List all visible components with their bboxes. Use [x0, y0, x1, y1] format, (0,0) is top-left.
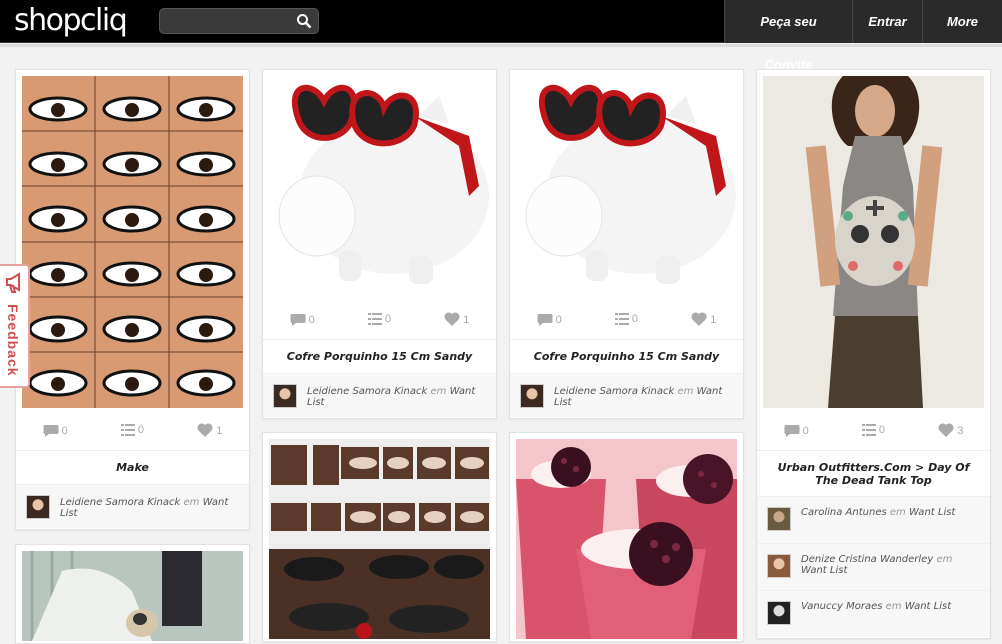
comments-count: 0: [555, 313, 562, 326]
product-card[interactable]: 0 0 3 Urban Outfitters.Com > Day Of The …: [756, 69, 991, 639]
avatar[interactable]: [520, 384, 544, 408]
product-image[interactable]: [516, 439, 737, 639]
comments-stat[interactable]: 0: [43, 424, 68, 437]
avatar[interactable]: [767, 554, 791, 578]
card-stats: 0 0 1: [510, 304, 743, 334]
product-card[interactable]: [15, 544, 250, 644]
product-title[interactable]: Cofre Porquinho 15 Cm Sandy: [510, 339, 743, 373]
user-name[interactable]: Leidiene Samora Kinack: [554, 386, 674, 397]
user-name[interactable]: Leidiene Samora Kinack: [307, 386, 427, 397]
user-name[interactable]: Denize Cristina Wanderley: [801, 554, 933, 565]
avatar[interactable]: [26, 495, 50, 519]
user-name[interactable]: Carolina Antunes: [801, 507, 887, 518]
heart-icon: [691, 312, 707, 326]
comments-stat[interactable]: 0: [784, 424, 809, 437]
product-title[interactable]: Make: [16, 450, 249, 484]
likes-count: 3: [957, 425, 964, 437]
list-icon: [367, 313, 382, 325]
product-image[interactable]: [269, 76, 490, 306]
em-label: em: [889, 507, 906, 518]
comments-count: 0: [802, 424, 809, 437]
header-nav: Peça seu Convite Entrar More: [724, 0, 1002, 72]
lists-stat[interactable]: 0: [367, 313, 392, 325]
likes-count: 1: [216, 425, 223, 437]
pinned-by: Leidiene Samora Kinack em Want List: [16, 484, 249, 528]
product-card[interactable]: 0 0 1 Make Leidiene Samora Kinack em Wan…: [15, 69, 250, 530]
shopcliq-logo[interactable]: shopcliq: [14, 3, 128, 38]
avatar[interactable]: [767, 507, 791, 531]
em-label: em: [936, 554, 953, 565]
comments-stat[interactable]: 0: [290, 313, 315, 326]
lists-count: 0: [137, 424, 145, 436]
lists-stat[interactable]: 0: [861, 424, 886, 436]
em-label: em: [430, 386, 447, 397]
em-label: em: [677, 386, 694, 397]
search-box[interactable]: [159, 8, 319, 34]
feedback-tab[interactable]: Feedback: [0, 264, 30, 388]
list-name[interactable]: Want List: [909, 507, 955, 518]
list-name[interactable]: Want List: [905, 601, 951, 612]
card-stats: 0 0 1: [263, 304, 496, 334]
likes-stat[interactable]: 1: [197, 423, 222, 437]
user-name[interactable]: Leidiene Samora Kinack: [60, 497, 180, 508]
comment-icon: [537, 313, 553, 326]
lists-stat[interactable]: 0: [120, 424, 145, 436]
product-image[interactable]: [22, 76, 243, 408]
list-icon: [120, 424, 135, 436]
product-card[interactable]: 0 0 1 Cofre Porquinho 15 Cm Sandy Leidie…: [262, 69, 497, 419]
em-label: em: [183, 497, 200, 508]
heart-icon: [444, 312, 460, 326]
comments-stat[interactable]: 0: [537, 313, 562, 326]
search-input[interactable]: [160, 9, 290, 33]
comment-icon: [290, 313, 306, 326]
product-image[interactable]: [516, 76, 737, 306]
comments-count: 0: [308, 313, 315, 326]
feedback-label: Feedback: [5, 304, 21, 377]
megaphone-icon: [4, 272, 24, 299]
top-navbar: shopcliq Peça seu Convite Entrar More: [0, 0, 1002, 72]
card-stats: 0 0 1: [16, 415, 249, 445]
list-icon: [861, 424, 876, 436]
search-icon[interactable]: [296, 13, 312, 34]
likes-stat[interactable]: 1: [691, 312, 716, 326]
list-name[interactable]: Want List: [801, 565, 847, 576]
comments-count: 0: [61, 424, 68, 437]
card-stats: 0 0 3: [757, 415, 990, 445]
likes-count: 1: [710, 314, 717, 326]
product-title[interactable]: Urban Outfitters.Com > Day Of The Dead T…: [757, 450, 990, 496]
more-menu[interactable]: More: [922, 0, 1002, 43]
lists-stat[interactable]: 0: [614, 313, 639, 325]
em-label: em: [885, 601, 902, 612]
lists-count: 0: [631, 313, 639, 325]
list-icon: [614, 313, 629, 325]
likes-stat[interactable]: 1: [444, 312, 469, 326]
lists-count: 0: [878, 424, 886, 436]
comment-icon: [784, 424, 800, 437]
request-invite-link[interactable]: Peça seu Convite: [724, 0, 852, 72]
avatar[interactable]: [767, 601, 791, 625]
heart-icon: [197, 423, 213, 437]
pinned-by: Leidiene Samora Kinack em Want List: [510, 373, 743, 417]
product-image[interactable]: [269, 439, 490, 639]
login-link[interactable]: Entrar: [852, 0, 922, 43]
product-card[interactable]: [509, 432, 744, 642]
product-card[interactable]: 0 0 1 Cofre Porquinho 15 Cm Sandy Leidie…: [509, 69, 744, 419]
header-divider: [0, 44, 1002, 47]
likes-count: 1: [463, 314, 470, 326]
lists-count: 0: [384, 313, 392, 325]
product-title[interactable]: Cofre Porquinho 15 Cm Sandy: [263, 339, 496, 373]
user-name[interactable]: Vanuccy Moraes: [801, 601, 882, 612]
product-image[interactable]: [763, 76, 984, 408]
likes-stat[interactable]: 3: [938, 423, 963, 437]
pinned-by: Leidiene Samora Kinack em Want List: [263, 373, 496, 417]
avatar[interactable]: [273, 384, 297, 408]
product-image[interactable]: [22, 551, 243, 641]
pinned-by: Denize Cristina Wanderley em Want List: [757, 543, 990, 590]
comment-icon: [43, 424, 59, 437]
pinned-by: Carolina Antunes em Want List: [757, 496, 990, 543]
heart-icon: [938, 423, 954, 437]
product-card[interactable]: [262, 432, 497, 642]
